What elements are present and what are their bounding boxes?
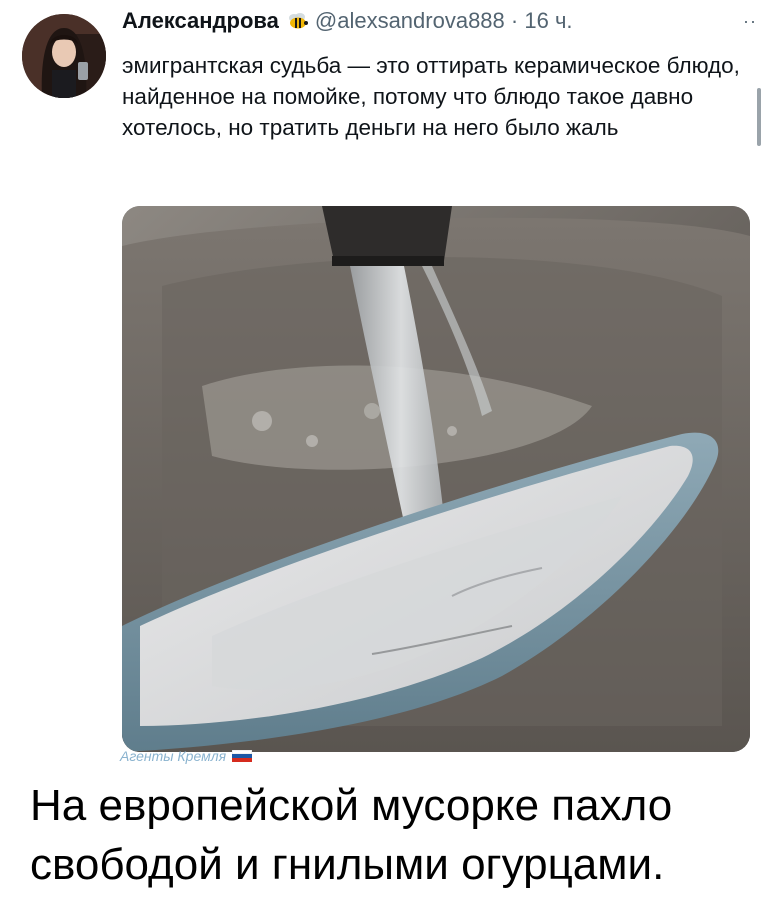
bee-icon xyxy=(287,8,309,29)
display-name[interactable]: Александрова xyxy=(122,8,279,33)
watermark-text: Агенты Кремля xyxy=(120,748,227,764)
tweet-header: Александрова @alexsandrova888 · 16 ч. ·· xyxy=(122,6,757,36)
watermark: Агенты Кремля xyxy=(120,748,253,768)
avatar-photo xyxy=(22,14,106,98)
avatar[interactable] xyxy=(22,14,106,98)
handle[interactable]: @alexsandrova888 xyxy=(315,8,505,33)
russian-flag-icon xyxy=(231,749,253,762)
scrollbar[interactable] xyxy=(757,88,761,146)
tweet-photo[interactable] xyxy=(122,206,750,752)
timestamp[interactable]: 16 ч. xyxy=(524,8,572,33)
sink-photo xyxy=(122,206,750,752)
more-icon[interactable]: ·· xyxy=(743,6,757,36)
separator-dot: · xyxy=(510,8,519,33)
meme-caption: На европейской мусорке пахло свободой и … xyxy=(30,781,673,889)
tweet-text: эмигрантская судьба — это оттирать керам… xyxy=(122,53,740,140)
